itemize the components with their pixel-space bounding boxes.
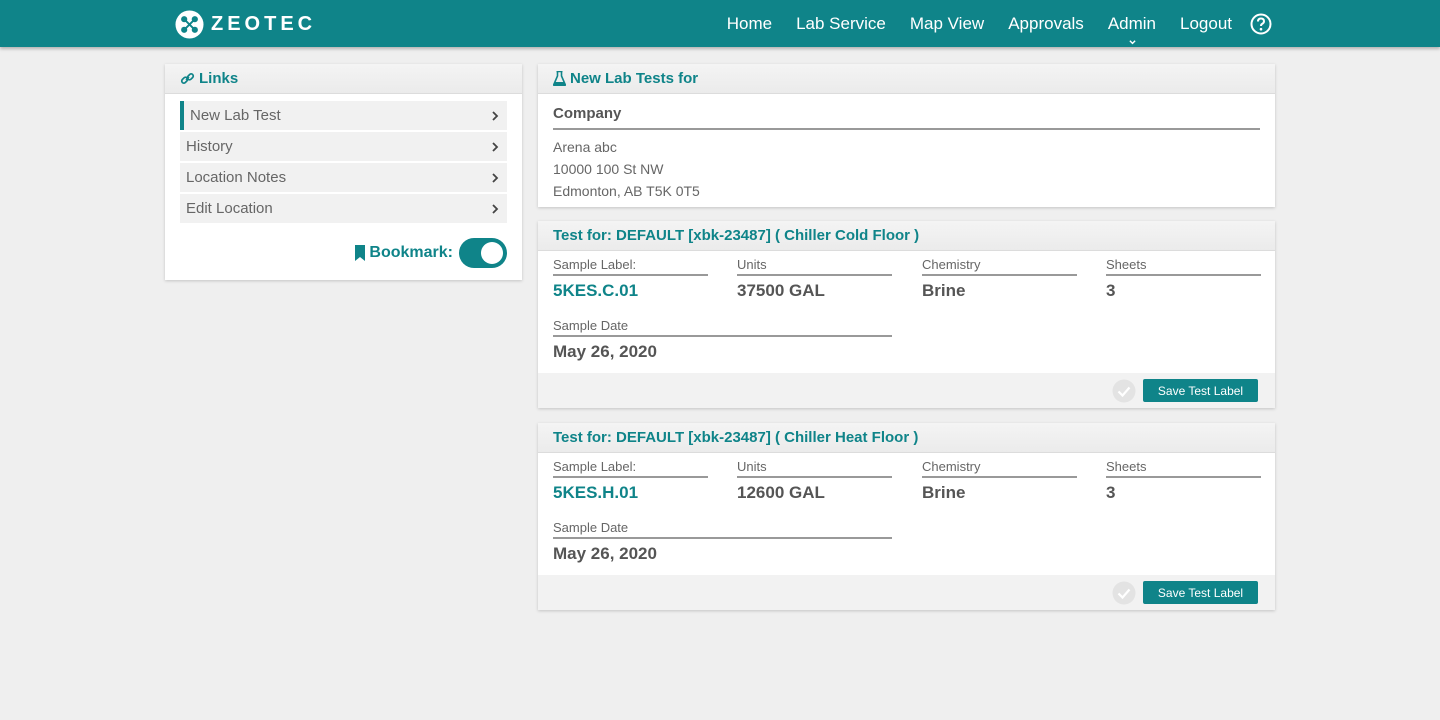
help-circle-icon[interactable] (1250, 13, 1272, 35)
field-label: Chemistry (922, 257, 1077, 276)
main-nav: Home Lab Service Map View Approvals Admi… (703, 0, 1272, 47)
sheets-value: 3 (1106, 483, 1116, 502)
new-lab-tests-title: New Lab Tests for (570, 70, 699, 87)
field-label: Sheets (1106, 459, 1261, 478)
field-label: Sheets (1106, 257, 1261, 276)
field-label: Sample Label: (553, 257, 708, 276)
test-footer: Save Test Label (538, 575, 1275, 610)
nav-admin[interactable]: Admin (1107, 13, 1156, 44)
sheets-value: 3 (1106, 281, 1116, 300)
field-label: Units (737, 257, 892, 276)
field-label: Sample Date (553, 318, 892, 337)
test-panel: Test for: DEFAULT [xbk-23487] ( Chiller … (538, 221, 1275, 408)
nav-approvals[interactable]: Approvals (1008, 14, 1084, 34)
chevron-right-icon (492, 203, 499, 214)
chemistry-value: Brine (922, 483, 966, 502)
sample-label-field: Sample Label: 5KES.C.01 (553, 257, 708, 301)
link-history[interactable]: History (180, 132, 507, 161)
chevron-right-icon (492, 141, 499, 152)
links-title: Links (199, 70, 239, 87)
sample-label-link[interactable]: 5KES.H.01 (553, 483, 708, 503)
field-label: Sample Label: (553, 459, 708, 478)
chemistry-field: Chemistry Brine (922, 257, 1077, 301)
bookmark-control: Bookmark: (354, 238, 507, 268)
units-value: 12600 GAL (737, 483, 825, 502)
bookmark-label: Bookmark: (369, 244, 453, 261)
sheets-field: Sheets 3 (1106, 257, 1261, 301)
top-navbar: ZEOTEC Home Lab Service Map View Approva… (0, 0, 1440, 47)
logo-text: ZEOTEC (211, 12, 317, 35)
test-title: Test for: DEFAULT [xbk-23487] ( Chiller … (538, 423, 1275, 453)
company-section-title: Company (553, 105, 1260, 130)
sample-date-field: Sample Date May 26, 2020 (553, 520, 892, 564)
toggle-knob (481, 242, 503, 264)
chevron-right-icon (492, 172, 499, 183)
check-circle-icon (1112, 379, 1136, 403)
links-header: Links (165, 64, 522, 94)
link-label: New Lab Test (190, 107, 281, 124)
test-title: Test for: DEFAULT [xbk-23487] ( Chiller … (538, 221, 1275, 251)
field-label: Sample Date (553, 520, 892, 539)
company-address: Arena abc 10000 100 St NW Edmonton, AB T… (553, 136, 1260, 202)
save-test-label-button[interactable]: Save Test Label (1143, 379, 1258, 402)
save-test-label-button[interactable]: Save Test Label (1143, 581, 1258, 604)
chemistry-field: Chemistry Brine (922, 459, 1077, 503)
link-label: Edit Location (186, 200, 273, 217)
test-panel: Test for: DEFAULT [xbk-23487] ( Chiller … (538, 423, 1275, 610)
sheets-field: Sheets 3 (1106, 459, 1261, 503)
nav-logout[interactable]: Logout (1180, 14, 1232, 34)
nav-admin-label: Admin (1107, 13, 1156, 33)
chemistry-value: Brine (922, 281, 966, 300)
zeotec-logo[interactable]: ZEOTEC (175, 9, 316, 39)
nav-map-view[interactable]: Map View (910, 14, 984, 34)
logo-icon (175, 9, 204, 39)
link-location-notes[interactable]: Location Notes (180, 163, 507, 192)
link-label: Location Notes (186, 169, 287, 186)
chevron-right-icon (492, 110, 499, 121)
sample-label-field: Sample Label: 5KES.H.01 (553, 459, 708, 503)
link-edit-location[interactable]: Edit Location (180, 194, 507, 223)
link-label: History (186, 138, 233, 155)
sample-date-value: May 26, 2020 (553, 544, 657, 563)
units-field: Units 12600 GAL (737, 459, 892, 503)
chevron-down-icon (1129, 39, 1136, 44)
new-lab-tests-header: New Lab Tests for (538, 64, 1275, 94)
sample-label-link[interactable]: 5KES.C.01 (553, 281, 708, 301)
field-label: Chemistry (922, 459, 1077, 478)
bookmark-toggle[interactable] (459, 238, 507, 268)
company-street: 10000 100 St NW (553, 161, 664, 177)
sample-date-field: Sample Date May 26, 2020 (553, 318, 892, 362)
nav-lab-service[interactable]: Lab Service (796, 14, 886, 34)
test-footer: Save Test Label (538, 373, 1275, 408)
bookmark-icon (355, 245, 366, 261)
units-value: 37500 GAL (737, 281, 825, 300)
links-list: New Lab Test History Location Notes Edit… (180, 101, 507, 223)
units-field: Units 37500 GAL (737, 257, 892, 301)
company-city: Edmonton, AB T5K 0T5 (553, 183, 700, 199)
company-panel: New Lab Tests for Company Arena abc 1000… (538, 64, 1275, 207)
sample-date-value: May 26, 2020 (553, 342, 657, 361)
nav-home[interactable]: Home (727, 14, 772, 34)
link-icon (180, 73, 195, 84)
link-new-lab-test[interactable]: New Lab Test (180, 101, 507, 130)
links-panel: Links New Lab Test History Location Note… (165, 64, 522, 280)
check-circle-icon (1112, 581, 1136, 605)
field-label: Units (737, 459, 892, 478)
company-name: Arena abc (553, 139, 617, 155)
flask-icon (553, 71, 566, 86)
